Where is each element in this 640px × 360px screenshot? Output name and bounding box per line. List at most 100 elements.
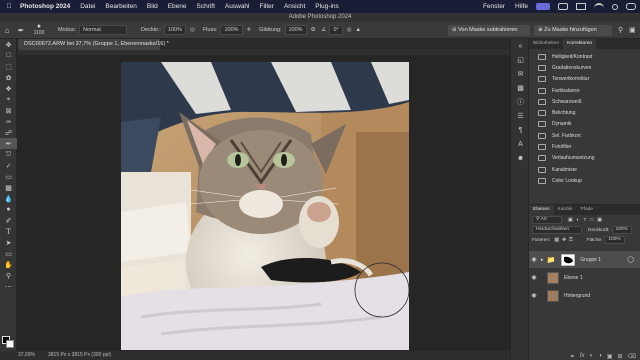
screen-capture-icon[interactable]: [536, 3, 550, 10]
artboard-tool-icon[interactable]: □: [0, 50, 17, 61]
blend-mode-select[interactable]: Hindurchwirken: [532, 226, 582, 234]
opacity-field[interactable]: 100%: [611, 226, 632, 234]
filter-shape-icon[interactable]: □: [590, 218, 593, 223]
adjustment-curves[interactable]: Gradationskurven: [529, 62, 640, 73]
adjustment-black-white[interactable]: Schwarzweiß: [529, 96, 640, 107]
status-icon[interactable]: [558, 3, 568, 10]
deckkraft-field[interactable]: 100%: [163, 25, 186, 35]
new-layer-icon[interactable]: ⊞: [617, 353, 622, 360]
dodge-tool-icon[interactable]: ●: [0, 204, 17, 215]
menu-app[interactable]: Photoshop 2024: [20, 3, 70, 10]
shape-tool-icon[interactable]: ▭: [0, 248, 17, 259]
document-image[interactable]: [121, 62, 409, 350]
visibility-eye-icon[interactable]: ◉: [529, 256, 539, 263]
subtract-from-mask-button[interactable]: ⊖ Von Maske subtrahieren: [448, 25, 530, 36]
marquee-tool-icon[interactable]: ⬚: [0, 61, 17, 72]
pen-tool-icon[interactable]: ✐: [0, 215, 17, 226]
layer-options-icon[interactable]: ◯: [627, 256, 634, 263]
layer-filter-select[interactable]: ⚲ Art: [532, 216, 562, 224]
menu-filter[interactable]: Filter: [260, 3, 274, 10]
properties-icon[interactable]: ☰: [511, 109, 530, 123]
filter-adjustment-icon[interactable]: ◐: [577, 218, 580, 223]
adjustment-levels[interactable]: Tonwertkorrektur: [529, 74, 640, 85]
tab-bibliotheken[interactable]: Bibliotheken: [529, 39, 563, 49]
layer-comps-icon[interactable]: ▩: [511, 81, 530, 95]
search-options-icon[interactable]: ⚲: [618, 26, 623, 34]
background-color-swatch[interactable]: [6, 340, 14, 348]
layer-mask-thumbnail[interactable]: [561, 253, 576, 266]
history-icon[interactable]: ◱: [511, 53, 530, 67]
move-tool-icon[interactable]: ✥: [0, 39, 17, 50]
group-chevron-icon[interactable]: ▸: [541, 257, 544, 263]
modus-select[interactable]: Normal: [79, 25, 128, 35]
object-selection-icon[interactable]: ❖: [0, 83, 17, 94]
zoom-level[interactable]: 37,69%: [18, 351, 35, 360]
new-adjustment-icon[interactable]: ◑: [598, 353, 602, 359]
filter-pixel-icon[interactable]: ▣: [568, 218, 573, 223]
filter-type-icon[interactable]: T: [583, 218, 586, 223]
crop-tool-icon[interactable]: ⌖: [0, 94, 17, 105]
lasso-tool-icon[interactable]: ✿: [0, 72, 17, 83]
healing-brush-icon[interactable]: ☍: [0, 127, 17, 138]
new-group-icon[interactable]: ▣: [607, 353, 613, 360]
adjustment-gradient-map[interactable]: Verlaufsumsetzung: [529, 153, 640, 164]
battery-icon[interactable]: [576, 3, 586, 10]
filter-smart-icon[interactable]: ▣: [597, 218, 602, 223]
history-brush-icon[interactable]: ✓: [0, 160, 17, 171]
blur-tool-icon[interactable]: 💧: [0, 193, 17, 204]
menu-hilfe[interactable]: Hilfe: [515, 3, 528, 10]
brush-preset-picker[interactable]: ● 1100: [28, 23, 50, 36]
share-icon[interactable]: ▣: [629, 26, 636, 34]
control-center-icon[interactable]: [626, 3, 636, 10]
type-tool-icon[interactable]: T: [0, 226, 17, 237]
symmetry-icon[interactable]: ▲: [356, 27, 361, 33]
smoothing-settings-icon[interactable]: ⚙: [311, 27, 316, 33]
adjustment-channel-mixer[interactable]: Kanalmixer: [529, 164, 640, 175]
menu-ebene[interactable]: Ebene: [168, 3, 187, 10]
menu-fenster[interactable]: Fenster: [483, 3, 505, 10]
adjustment-brightness-contrast[interactable]: Helligkeit/Kontrast: [529, 51, 640, 62]
brush-tool-icon[interactable]: ✒: [14, 26, 28, 35]
brush-tool-icon-active[interactable]: ✒: [0, 138, 17, 149]
menu-bearbeiten[interactable]: Bearbeiten: [105, 3, 136, 10]
more-tools-icon[interactable]: ⋯: [0, 281, 17, 292]
eyedropper-icon[interactable]: ✑: [0, 116, 17, 127]
layer-thumbnail[interactable]: [547, 289, 559, 302]
layer-name[interactable]: Gruppe 1: [580, 257, 601, 263]
gradient-tool-icon[interactable]: ▩: [0, 182, 17, 193]
link-layers-icon[interactable]: ⚭: [570, 353, 575, 360]
adjustment-color-lookup[interactable]: Color Lookup: [529, 175, 640, 186]
fluss-field[interactable]: 100%: [220, 25, 243, 35]
collapse-panels-icon[interactable]: «: [511, 39, 530, 53]
home-icon[interactable]: ⌂: [0, 26, 14, 35]
menu-ansicht[interactable]: Ansicht: [284, 3, 305, 10]
visibility-eye-icon[interactable]: ◉: [529, 292, 539, 299]
add-mask-icon[interactable]: ◐: [590, 353, 594, 359]
layer-name[interactable]: Hintergrund: [564, 293, 590, 299]
glyphs-icon[interactable]: ☻: [511, 151, 530, 165]
lock-position-icon[interactable]: ✥: [562, 238, 566, 243]
document-tab[interactable]: DSC00672.ARW bei 37,7% (Gruppe 1, Ebenen…: [18, 39, 169, 50]
fill-field[interactable]: 100%: [604, 236, 625, 244]
document-info[interactable]: 3815 Px x 3815 Px (300 ppi): [48, 351, 111, 360]
angle-icon[interactable]: ∠: [322, 27, 327, 33]
adjustment-color-balance[interactable]: Farbbalance: [529, 85, 640, 96]
layer-row-gruppe-1[interactable]: ◉ ▸ 📁 Gruppe 1 ◯: [529, 251, 640, 268]
menu-bild[interactable]: Bild: [147, 3, 158, 10]
wifi-icon[interactable]: [594, 3, 604, 10]
layer-row-hintergrund[interactable]: ◉ Hintergrund: [529, 287, 640, 304]
menu-datei[interactable]: Datei: [80, 3, 95, 10]
lock-pixels-icon[interactable]: ▩: [554, 238, 559, 243]
info-icon[interactable]: ⓘ: [511, 95, 530, 109]
frame-tool-icon[interactable]: ⊠: [0, 105, 17, 116]
tab-korrekturen[interactable]: Korrekturen: [563, 39, 597, 49]
adjustment-selective-color[interactable]: Sel. Farbkorr.: [529, 130, 640, 141]
delete-layer-icon[interactable]: ⌫: [628, 353, 636, 360]
hand-tool-icon[interactable]: ✋: [0, 259, 17, 270]
lock-all-icon[interactable]: ⚿: [569, 237, 573, 243]
adjustment-vibrance[interactable]: Dynamik: [529, 119, 640, 130]
tab-kanaele[interactable]: Kanäle: [554, 205, 577, 215]
zoom-tool-icon[interactable]: ⚲: [0, 270, 17, 281]
tab-ebenen[interactable]: Ebenen: [529, 205, 554, 215]
menu-plugins[interactable]: Plug-ins: [315, 3, 338, 10]
